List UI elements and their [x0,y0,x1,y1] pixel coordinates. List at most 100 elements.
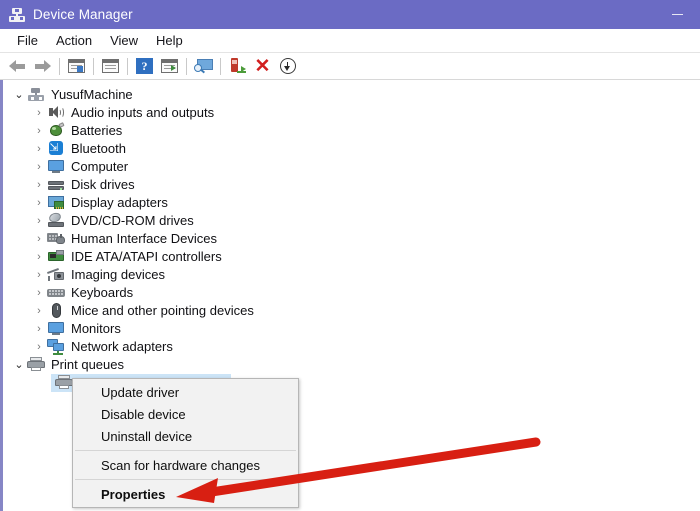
chevron-right-icon[interactable]: › [31,338,47,356]
tree-node-dvd-cdrom-drives[interactable]: › DVD/CD-ROM drives [3,211,700,230]
tree-node-bluetooth[interactable]: › ⇲ Bluetooth [3,140,700,158]
chevron-right-icon[interactable]: › [31,104,47,122]
menu-view[interactable]: View [101,31,147,51]
imaging-device-icon [47,267,65,283]
network-adapter-icon [47,339,65,355]
tree-node-root[interactable]: ⌄ YusufMachine [3,86,700,104]
menu-file[interactable]: File [8,31,47,51]
tree-node-batteries[interactable]: › Batteries [3,122,700,140]
scan-for-hardware-changes-icon [194,58,213,74]
tree-node-label: DVD/CD-ROM drives [71,213,194,228]
tree-node-label: Bluetooth [71,141,126,156]
device-manager-icon [9,7,25,23]
tree-node-label: Imaging devices [71,267,165,282]
context-menu-properties[interactable]: Properties [73,483,298,505]
computer-icon [47,159,65,175]
chevron-right-icon[interactable]: › [31,140,47,158]
tree-node-label: Print queues [51,357,124,372]
window-title: Device Manager [33,7,133,22]
toolbar-scan[interactable] [191,55,216,78]
tree-node-mice-and-other-pointing-devices[interactable]: › Mice and other pointing devices [3,302,700,320]
up-one-level-icon [68,59,85,73]
chevron-right-icon[interactable]: › [31,230,47,248]
menu-action[interactable]: Action [47,31,101,51]
chevron-down-icon[interactable]: ⌄ [11,356,27,374]
chevron-right-icon[interactable]: › [31,194,47,212]
tree-node-label: Display adapters [71,195,168,210]
context-menu-separator [75,479,296,480]
ide-controller-icon [47,249,65,265]
chevron-down-icon[interactable]: ⌄ [11,86,27,104]
chevron-right-icon[interactable]: › [31,122,47,140]
context-menu-scan-for-hardware-changes[interactable]: Scan for hardware changes [73,454,298,476]
tree-node-label: Mice and other pointing devices [71,303,254,318]
chevron-right-icon[interactable]: › [31,266,47,284]
toolbar-separator [93,57,94,75]
toolbar-properties[interactable] [98,55,123,78]
chevron-right-icon[interactable]: › [31,284,47,302]
computer-machine-icon [27,87,45,103]
device-manager-window: Device Manager File Action View Help ? ✕… [0,0,700,511]
menu-bar: File Action View Help [0,29,700,53]
tree-node-monitors[interactable]: › Monitors [3,320,700,338]
context-menu: Update driver Disable device Uninstall d… [72,378,299,508]
minimize-button[interactable] [654,0,700,29]
tree-node-label: Monitors [71,321,121,336]
tree-node-keyboards[interactable]: › Keyboards [3,284,700,302]
tree-node-imaging-devices[interactable]: › Imaging devices [3,266,700,284]
monitor-icon [47,321,65,337]
toolbar-separator [186,57,187,75]
tree-node-label: YusufMachine [51,87,133,102]
tree-node-print-queues[interactable]: ⌄ Print queues [3,356,700,374]
toolbar-up-level[interactable] [64,55,89,78]
tree-node-label: Network adapters [71,339,173,354]
chevron-right-icon[interactable]: › [31,320,47,338]
context-menu-update-driver[interactable]: Update driver [73,381,298,403]
show-hidden-devices-icon [161,59,178,73]
toolbar-help[interactable]: ? [132,55,157,78]
toolbar-show-hidden[interactable] [157,55,182,78]
dvd-cdrom-icon [47,211,65,229]
tree-node-human-interface-devices[interactable]: › Human Interface Devices [3,230,700,248]
back-arrow-icon [9,59,26,73]
toolbar: ? ✕ [0,53,700,80]
toolbar-disable[interactable] [275,55,300,78]
tree-node-computer[interactable]: › Computer [3,158,700,176]
tree-node-label: Batteries [71,123,123,138]
keyboard-icon [47,285,65,301]
chevron-right-icon[interactable]: › [31,158,47,176]
chevron-right-icon[interactable]: › [31,176,47,194]
tree-node-disk-drives[interactable]: › Disk drives [3,176,700,194]
print-queue-icon [27,357,45,373]
disk-drive-icon [47,177,65,193]
context-menu-uninstall-device[interactable]: Uninstall device [73,425,298,447]
toolbar-separator [127,57,128,75]
human-interface-device-icon [47,231,65,247]
tree-node-label: Human Interface Devices [71,231,217,246]
uninstall-device-icon: ✕ [254,55,271,77]
tree-node-audio-inputs-and-outputs[interactable]: › Audio inputs and outputs [3,104,700,122]
title-bar: Device Manager [0,0,700,29]
display-adapter-icon [47,195,65,211]
toolbar-uninstall[interactable]: ✕ [250,55,275,78]
chevron-right-icon[interactable]: › [31,302,47,320]
toolbar-update-driver[interactable] [225,55,250,78]
context-menu-disable-device[interactable]: Disable device [73,403,298,425]
chevron-right-icon[interactable]: › [31,248,47,266]
bluetooth-icon: ⇲ [47,141,65,157]
chevron-right-icon[interactable]: › [31,212,47,230]
tree-node-network-adapters[interactable]: › Network adapters [3,338,700,356]
mouse-icon [47,303,65,319]
menu-help[interactable]: Help [147,31,192,51]
tree-node-label: Audio inputs and outputs [71,105,215,120]
toolbar-back[interactable] [5,55,30,78]
disable-device-icon [279,58,296,74]
toolbar-separator [59,57,60,75]
tree-node-label: Computer [71,159,129,174]
properties-icon [102,59,119,73]
forward-arrow-icon [34,59,51,73]
toolbar-forward[interactable] [30,55,55,78]
tree-node-ide-ata-atapi-controllers[interactable]: › IDE ATA/ATAPI controllers [3,248,700,266]
tree-node-display-adapters[interactable]: › Display adapters [3,194,700,212]
tree-node-label: Disk drives [71,177,135,192]
